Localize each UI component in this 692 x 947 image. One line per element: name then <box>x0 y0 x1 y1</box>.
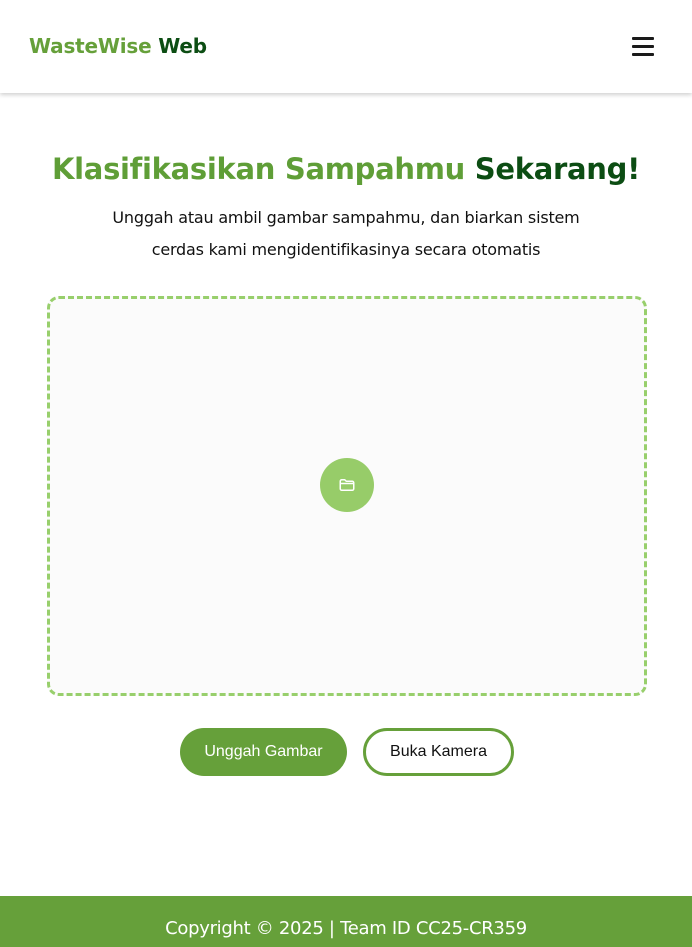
brand-name-part2: Web <box>158 34 207 58</box>
menu-bar-top <box>632 37 654 40</box>
page-title: Klasifikasikan Sampahmu Sekarang! <box>0 152 692 186</box>
title-part1: Klasifikasikan Sampahmu <box>51 152 465 186</box>
navbar: WasteWise Web <box>0 0 692 93</box>
folder-icon <box>339 479 355 491</box>
image-dropzone[interactable] <box>47 296 647 696</box>
menu-bar-bottom <box>632 53 654 56</box>
brand-logo[interactable]: WasteWise Web <box>29 34 207 58</box>
title-part2: Sekarang! <box>474 152 641 186</box>
menu-bar-middle <box>632 45 654 48</box>
page-subtitle: Unggah atau ambil gambar sampahmu, dan b… <box>96 202 596 266</box>
hamburger-menu-icon[interactable] <box>628 35 658 63</box>
footer: Copyright © 2025 | Team ID CC25-CR359 <box>0 896 692 947</box>
footer-copyright: Copyright © 2025 | Team ID CC25-CR359 <box>165 918 527 939</box>
upload-image-button[interactable]: Unggah Gambar <box>180 728 347 776</box>
upload-folder-button[interactable] <box>320 458 374 512</box>
subtitle-line2: cerdas kami mengidentifikasinya secara o… <box>151 240 541 259</box>
brand-name-part1: WasteWise <box>29 34 152 58</box>
page: WasteWise Web Klasifikasikan Sampahmu Se… <box>0 0 692 947</box>
subtitle-line1: Unggah atau ambil gambar sampahmu, dan b… <box>112 208 580 227</box>
open-camera-button[interactable]: Buka Kamera <box>363 728 514 776</box>
